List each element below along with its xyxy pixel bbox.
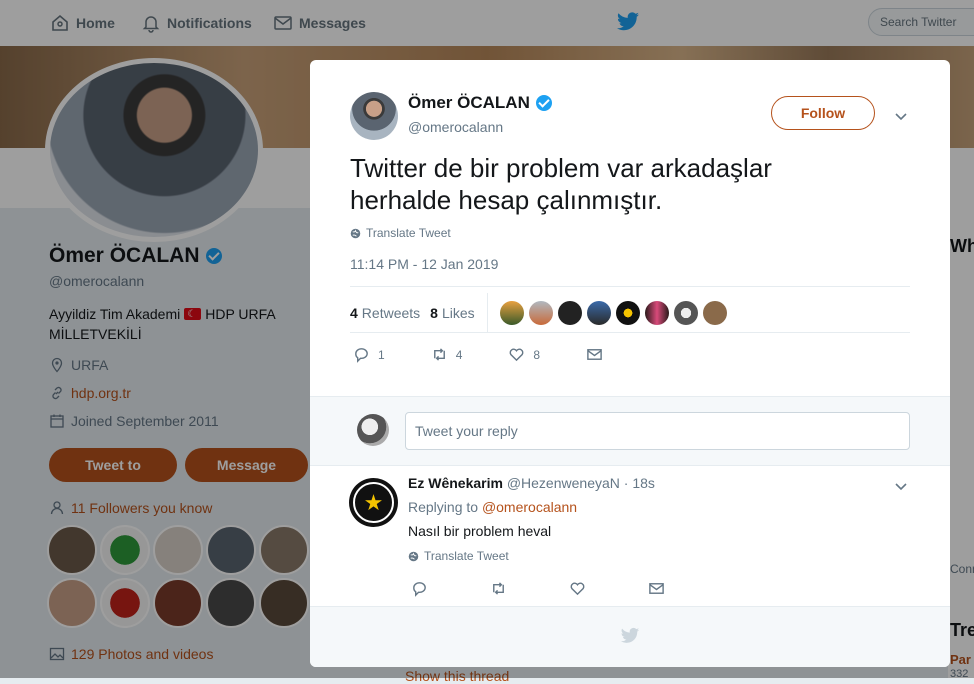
star-icon: ★ bbox=[353, 482, 394, 523]
tweet-text: Twitter de bir problem var arkadaşlar he… bbox=[350, 152, 870, 216]
reply-count: 1 bbox=[378, 347, 385, 362]
reply-translate-label: Translate Tweet bbox=[424, 549, 509, 563]
retweets-label: Retweets bbox=[361, 305, 421, 321]
tweet-stats: 4 Retweets 8 Likes bbox=[350, 293, 732, 333]
reply-author-handle[interactable]: @HezenweneyaN bbox=[507, 475, 620, 491]
likes-stat[interactable]: 8 Likes bbox=[430, 305, 474, 321]
reply-translate-link[interactable]: Translate Tweet bbox=[408, 549, 509, 563]
replying-to-link[interactable]: @omerocalann bbox=[482, 499, 577, 515]
reply-composer: Tweet your reply bbox=[310, 396, 950, 466]
retweet-action[interactable] bbox=[490, 580, 507, 597]
envelope-icon bbox=[587, 349, 602, 360]
reply-action[interactable] bbox=[411, 580, 428, 597]
retweet-icon bbox=[433, 348, 445, 361]
like-action[interactable]: 8 bbox=[508, 346, 540, 363]
liker-avatar[interactable] bbox=[644, 301, 669, 325]
reply-icon bbox=[413, 582, 426, 597]
translate-tweet-label: Translate Tweet bbox=[366, 226, 451, 240]
heart-icon bbox=[570, 582, 585, 596]
envelope-icon bbox=[649, 583, 664, 594]
reply-author-name[interactable]: Ez Wênekarim bbox=[408, 475, 503, 491]
tweet-author-handle[interactable]: @omerocalann bbox=[408, 119, 503, 135]
tweet-actions: 1 4 8 bbox=[353, 346, 603, 363]
heart-icon bbox=[509, 348, 524, 362]
reply-actions bbox=[411, 580, 665, 597]
stats-separator bbox=[486, 293, 488, 333]
liker-avatar[interactable] bbox=[499, 301, 524, 325]
tweet-author-name-text: Ömer ÖCALAN bbox=[408, 93, 530, 112]
reply-icon bbox=[355, 348, 368, 363]
reply-action[interactable]: 1 bbox=[353, 346, 385, 363]
chevron-down-icon[interactable] bbox=[893, 108, 909, 124]
tweet-modal: Ömer ÖCALAN @omerocalann Follow Twitter … bbox=[310, 60, 950, 667]
modal-footer bbox=[310, 606, 950, 667]
reply-author-avatar[interactable]: ★ bbox=[349, 478, 398, 527]
direct-message-action[interactable] bbox=[648, 580, 665, 597]
like-action-count: 8 bbox=[533, 347, 541, 362]
divider bbox=[350, 286, 910, 287]
tweet-author-name[interactable]: Ömer ÖCALAN bbox=[408, 93, 552, 113]
chevron-down-icon[interactable] bbox=[893, 478, 909, 494]
like-action[interactable] bbox=[569, 580, 586, 597]
liker-avatar[interactable] bbox=[586, 301, 611, 325]
liker-avatar[interactable] bbox=[673, 301, 698, 325]
likes-label: Likes bbox=[441, 305, 475, 321]
reply-header: Ez Wênekarim @HezenweneyaN · 18s bbox=[408, 475, 655, 491]
replying-to: Replying to @omerocalann bbox=[408, 499, 577, 515]
twitter-bird-icon bbox=[620, 627, 640, 643]
verified-badge-icon bbox=[535, 95, 552, 111]
tweet-author-avatar[interactable] bbox=[350, 92, 398, 140]
liker-avatar[interactable] bbox=[557, 301, 582, 325]
likes-count: 8 bbox=[430, 305, 438, 321]
globe-icon bbox=[408, 551, 419, 561]
retweets-stat[interactable]: 4 Retweets bbox=[350, 305, 420, 321]
current-user-avatar bbox=[357, 414, 389, 446]
liker-avatar[interactable] bbox=[702, 301, 727, 325]
translate-tweet-link[interactable]: Translate Tweet bbox=[350, 226, 451, 240]
tweet-text-line2: herhalde hesap çalınmıştır. bbox=[350, 185, 663, 215]
reply-input[interactable]: Tweet your reply bbox=[405, 412, 910, 450]
liker-avatar[interactable] bbox=[615, 301, 640, 325]
divider bbox=[350, 332, 910, 333]
retweet-action-count: 4 bbox=[455, 347, 463, 362]
direct-message-action[interactable] bbox=[586, 346, 603, 363]
liker-avatar[interactable] bbox=[528, 301, 553, 325]
reply-age[interactable]: · 18s bbox=[624, 475, 655, 491]
tweet-text-line1: Twitter de bir problem var arkadaşlar bbox=[350, 153, 772, 183]
tweet-timestamp[interactable]: 11:14 PM - 12 Jan 2019 bbox=[350, 256, 498, 272]
follow-button[interactable]: Follow bbox=[771, 96, 875, 130]
retweets-count: 4 bbox=[350, 305, 358, 321]
globe-icon bbox=[350, 228, 361, 238]
retweet-action[interactable]: 4 bbox=[431, 346, 463, 363]
reply-text: Nasıl bir problem heval bbox=[408, 523, 552, 539]
replying-prefix: Replying to bbox=[408, 499, 479, 515]
retweet-icon bbox=[493, 582, 504, 595]
